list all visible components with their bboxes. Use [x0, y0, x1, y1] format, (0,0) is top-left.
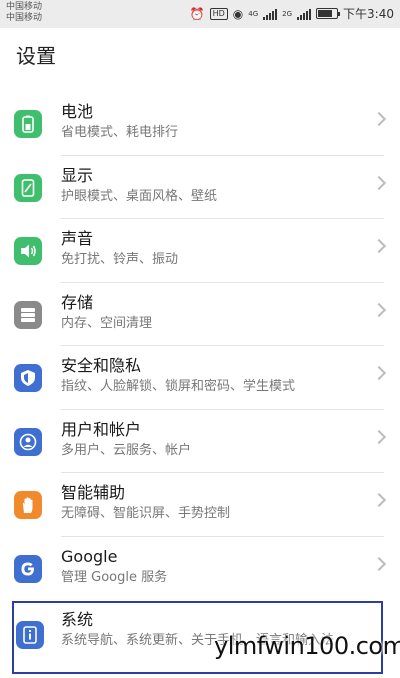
- hand-icon: [14, 491, 42, 519]
- user-icon: [14, 427, 42, 456]
- watermark: ylmfwin100.com: [214, 632, 400, 660]
- network-4g-label: 4G: [248, 9, 259, 18]
- hd-icon: HD: [209, 7, 228, 20]
- display-icon: [14, 173, 42, 202]
- chevron-right-icon: [371, 556, 387, 571]
- settings-item-security[interactable]: 安全和隐私 指纹、人脸解锁、锁屏和密码、学生模式: [0, 346, 400, 410]
- settings-item-battery[interactable]: 电池 省电模式、耗电排行: [0, 92, 400, 156]
- settings-item-assist[interactable]: 智能辅助 无障碍、智能识屏、手势控制: [0, 473, 400, 537]
- settings-item-subtitle: 指纹、人脸解锁、锁屏和密码、学生模式: [61, 379, 296, 394]
- settings-item-title: 声音: [61, 229, 94, 248]
- settings-item-title: 电池: [61, 102, 94, 121]
- settings-item-title: 安全和隐私: [61, 356, 142, 375]
- network-2g-label: 2G: [282, 9, 293, 18]
- alarm-icon: ⏰: [189, 6, 205, 21]
- status-bar: 中国移动 中国移动 ⏰ HD ◉ 4G 2G 下午3:40: [0, 0, 400, 28]
- carrier-labels: 中国移动 中国移动: [6, 2, 42, 24]
- speaker-icon: [14, 237, 42, 265]
- settings-item-google[interactable]: Google 管理 Google 服务: [0, 537, 400, 601]
- settings-item-accounts[interactable]: 用户和帐户 多用户、云服务、帐户: [0, 410, 400, 473]
- settings-item-subtitle: 管理 Google 服务: [61, 569, 168, 585]
- carrier-1: 中国移动: [6, 2, 43, 12]
- settings-item-title: 显示: [61, 165, 94, 185]
- signal-icon-1: [263, 8, 278, 20]
- settings-item-title: 系统: [61, 610, 94, 629]
- settings-item-storage[interactable]: 存储 内存、空间清理: [0, 283, 400, 346]
- chevron-right-icon: [371, 365, 387, 381]
- settings-item-title: 用户和帐户: [61, 419, 142, 439]
- settings-item-title: Google: [61, 546, 118, 566]
- chevron-right-icon: [371, 175, 387, 190]
- settings-item-subtitle: 无障碍、智能识屏、手势控制: [61, 506, 231, 521]
- settings-item-title: 存储: [61, 292, 94, 312]
- settings-list: 电池 省电模式、耗电排行 显示 护眼模式、桌面风格、壁纸 声音 免打扰、铃声、振…: [0, 92, 400, 600]
- page-title: 设置: [16, 44, 56, 68]
- settings-item-subtitle: 多用户、云服务、帐户: [61, 442, 192, 458]
- battery-icon: [14, 110, 42, 138]
- chevron-right-icon: [371, 429, 387, 444]
- settings-item-sound[interactable]: 声音 免打扰、铃声、振动: [0, 219, 400, 283]
- carrier-2: 中国移动: [6, 13, 43, 23]
- chevron-right-icon: [371, 238, 387, 254]
- settings-item-display[interactable]: 显示 护眼模式、桌面风格、壁纸: [0, 156, 400, 219]
- settings-item-subtitle: 免打扰、铃声、振动: [61, 252, 179, 267]
- info-icon: [16, 621, 44, 649]
- chevron-right-icon: [371, 302, 387, 317]
- battery-status-icon: [316, 8, 341, 19]
- settings-item-subtitle: 省电模式、耗电排行: [61, 125, 179, 140]
- settings-item-subtitle: 护眼模式、桌面风格、壁纸: [61, 188, 218, 204]
- signal-icon-2: [297, 8, 312, 20]
- google-icon: [14, 554, 42, 583]
- eye-icon: ◉: [232, 6, 244, 21]
- status-icons: ⏰ HD ◉ 4G 2G 下午3:40: [190, 5, 394, 22]
- chevron-right-icon: [371, 492, 387, 508]
- shield-icon: [14, 364, 42, 392]
- settings-item-title: 智能辅助: [61, 483, 126, 502]
- storage-icon: [14, 300, 42, 329]
- chevron-right-icon: [371, 111, 387, 127]
- settings-item-subtitle: 内存、空间清理: [61, 315, 153, 331]
- clock: 下午3:40: [343, 7, 394, 21]
